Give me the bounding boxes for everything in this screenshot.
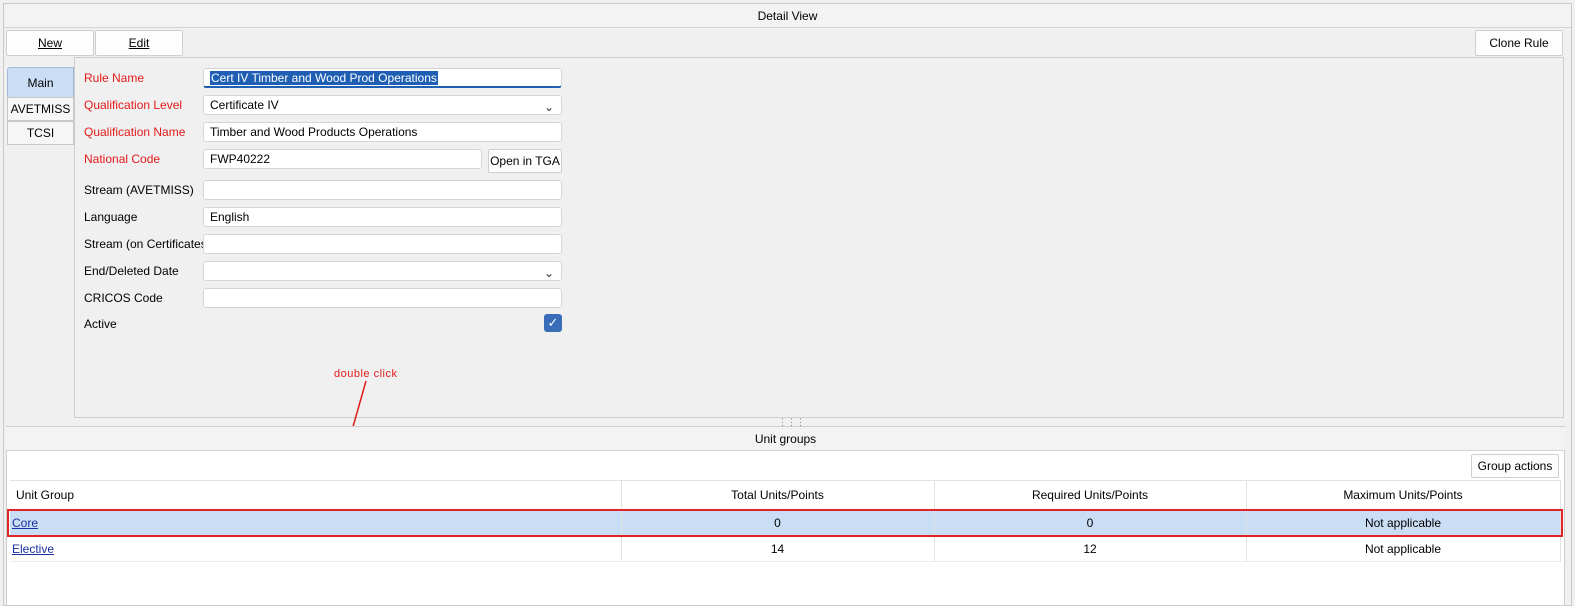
unit-group-link-core[interactable]: Core bbox=[12, 516, 38, 530]
column-header-required[interactable]: Required Units/Points bbox=[934, 480, 1247, 510]
required-units-cell: 12 bbox=[934, 535, 1247, 562]
column-header-total[interactable]: Total Units/Points bbox=[621, 480, 935, 510]
table-row[interactable]: Elective 14 12 Not applicable bbox=[10, 535, 1561, 562]
unit-groups-title: Unit groups bbox=[6, 427, 1565, 451]
column-header-maximum[interactable]: Maximum Units/Points bbox=[1246, 480, 1561, 510]
table-header-row: Unit Group Total Units/Points Required U… bbox=[10, 480, 1561, 510]
maximum-units-cell: Not applicable bbox=[1246, 509, 1561, 536]
unit-group-cell: Elective bbox=[10, 535, 622, 562]
table-row[interactable]: Core 0 0 Not applicable bbox=[10, 509, 1561, 536]
unit-group-cell: Core bbox=[10, 509, 622, 536]
unit-groups-table: Unit Group Total Units/Points Required U… bbox=[10, 480, 1561, 562]
unit-group-link-elective[interactable]: Elective bbox=[12, 542, 54, 556]
maximum-units-cell: Not applicable bbox=[1246, 535, 1561, 562]
group-actions-button[interactable]: Group actions bbox=[1471, 454, 1559, 478]
total-units-cell: 0 bbox=[621, 509, 935, 536]
required-units-cell: 0 bbox=[934, 509, 1247, 536]
total-units-cell: 14 bbox=[621, 535, 935, 562]
column-header-unit-group[interactable]: Unit Group bbox=[10, 480, 622, 510]
